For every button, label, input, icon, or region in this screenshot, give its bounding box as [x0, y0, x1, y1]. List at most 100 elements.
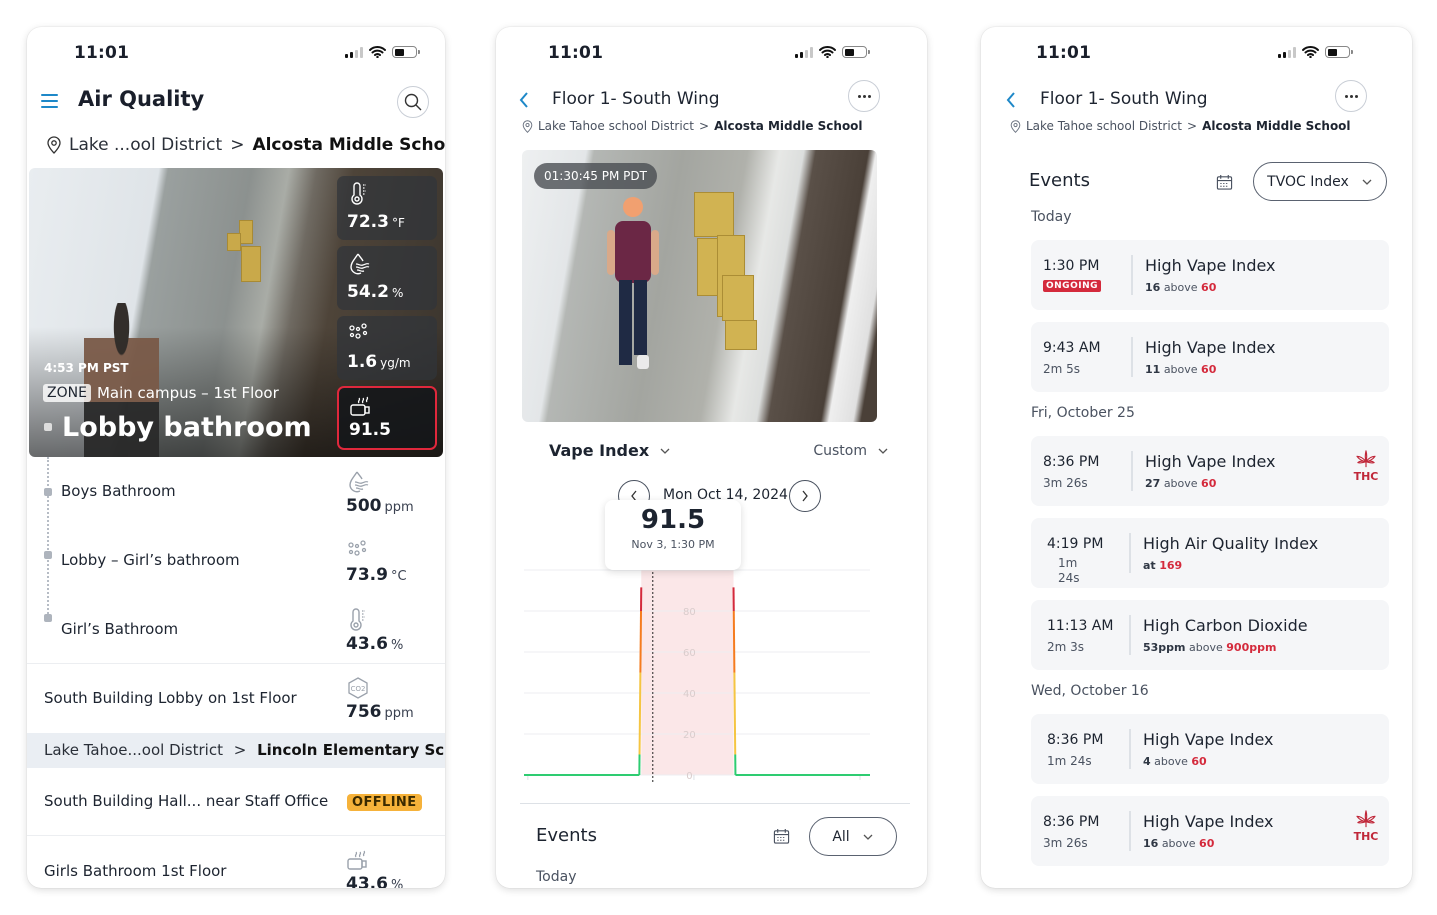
tooltip-value: 91.5	[640, 505, 706, 535]
event-card[interactable]: 4:19 PM 1m 24s High Air Quality Index at…	[1031, 518, 1389, 588]
wifi-icon	[1302, 46, 1319, 58]
day-label: Fri, October 25	[1031, 405, 1135, 421]
sensor-tiles: 72.3 °F 54.2% 1.6 yg/m 91.5	[337, 176, 437, 450]
list-item-name: Girl’s Bathroom	[61, 620, 179, 638]
list-item-metric: 73.9 °C	[346, 539, 436, 585]
chevron-down-icon	[659, 447, 671, 455]
breadcrumb-parent[interactable]: Lake Tahoe school District	[1026, 119, 1182, 133]
breadcrumb-separator: >	[1187, 119, 1198, 133]
thermometer-icon	[346, 608, 370, 632]
events-filter-label: TVOC Index	[1267, 173, 1349, 190]
event-time: 8:36 PM	[1043, 454, 1100, 470]
event-card[interactable]: 8:36 PM 1m 24s High Vape Index 4 above 6…	[1031, 714, 1389, 784]
metric-dropdown[interactable]: Vape Index	[549, 441, 671, 460]
chart-controls: Vape Index Custom	[496, 441, 927, 463]
event-time: 8:36 PM	[1047, 732, 1104, 748]
event-detail: 27 above 60	[1145, 477, 1217, 490]
breadcrumb[interactable]: Lake ...ool District > Alcosta Middle Sc…	[47, 135, 445, 155]
location-name: Lobby bathroom	[62, 412, 312, 443]
breadcrumb-current: Alcosta Middle School	[714, 119, 863, 133]
event-title: High Vape Index	[1145, 452, 1276, 471]
events-title: Events	[1029, 170, 1090, 191]
event-card[interactable]: 8:36 PM 3m 26s High Vape Index 16 above …	[1031, 796, 1389, 866]
list-item[interactable]: Girl’s Bathroom 43.6%	[27, 595, 445, 663]
list-item[interactable]: South Building Lobby on 1st Floor 756 ppm	[27, 663, 445, 733]
list-item-metric: 43.6%	[346, 608, 436, 654]
sensor-tile-particulate[interactable]: 1.6 yg/m	[337, 316, 437, 380]
camera-feed[interactable]: 01:30:45 PM PDT	[522, 150, 877, 422]
event-card[interactable]: 1:30 PM ONGOING High Vape Index 16 above…	[1031, 240, 1389, 310]
events-filter-dropdown[interactable]: TVOC Index	[1253, 162, 1387, 201]
list-item-metric: 43.6%	[346, 848, 436, 888]
event-duration: 3m 26s	[1043, 476, 1088, 490]
group-current: Lincoln Elementary School	[257, 741, 445, 759]
list-item[interactable]: Girls Bathroom 1st Floor 43.6%	[27, 835, 445, 888]
events-filter-dropdown[interactable]: All	[809, 817, 897, 856]
series-line-segment	[639, 610, 643, 673]
breadcrumb-current: Alcosta Middle School	[1202, 119, 1351, 133]
more-options-button[interactable]	[848, 80, 880, 112]
ongoing-badge: ONGOING	[1043, 280, 1101, 292]
calendar-icon[interactable]	[773, 828, 790, 845]
events-title: Events	[536, 825, 597, 846]
list-item-name: Lobby – Girl’s bathroom	[61, 551, 240, 569]
offline-badge: OFFLINE	[347, 794, 422, 811]
more-options-button[interactable]	[1335, 80, 1367, 112]
sensor-tile-humidity[interactable]: 54.2%	[337, 246, 437, 310]
location-pin-icon	[1010, 120, 1021, 133]
list-item[interactable]: Lobby – Girl’s bathroom 73.9 °C	[27, 526, 445, 595]
breadcrumb-separator: >	[699, 119, 710, 133]
sensor-tile-temperature[interactable]: 72.3 °F	[337, 176, 437, 240]
search-button[interactable]	[397, 86, 429, 118]
tooltip-time: Nov 3, 1:30 PM	[631, 538, 715, 551]
event-time: 11:13 AM	[1047, 618, 1114, 634]
breadcrumb-parent[interactable]: Lake ...ool District	[69, 135, 222, 155]
day-label: Wed, October 16	[1031, 683, 1149, 699]
event-title: High Air Quality Index	[1143, 534, 1319, 553]
vape-icon	[346, 848, 370, 872]
nav-header: Floor 1- South Wing	[981, 80, 1412, 119]
back-icon[interactable]	[518, 88, 530, 112]
hero-camera-card[interactable]: 4:53 PM PST ZONE Main campus – 1st Floor…	[29, 168, 443, 457]
list-item[interactable]: Boys Bathroom 500 ppm	[27, 457, 445, 526]
event-time: 4:19 PM	[1047, 536, 1104, 552]
status-time: 11:01	[548, 43, 604, 63]
zone-badge: ZONE	[43, 384, 91, 402]
humidity-icon	[347, 252, 371, 276]
page-title: Floor 1- South Wing	[552, 89, 720, 109]
wifi-icon	[819, 46, 836, 58]
event-card[interactable]: 11:13 AM 2m 3s High Carbon Dioxide 53ppm…	[1031, 600, 1389, 670]
menu-icon[interactable]	[41, 94, 58, 108]
event-card[interactable]: 8:36 PM 3m 26s High Vape Index 27 above …	[1031, 436, 1389, 506]
group-header[interactable]: Lake Tahoe...ool District > Lincoln Elem…	[27, 733, 445, 768]
calendar-icon[interactable]	[1216, 174, 1233, 191]
group-parent: Lake Tahoe...ool District	[44, 741, 223, 759]
camera-scene-box	[694, 192, 734, 237]
event-time: 9:43 AM	[1043, 340, 1101, 356]
event-title: High Vape Index	[1143, 812, 1274, 831]
event-card[interactable]: 9:43 AM 2m 5s High Vape Index 11 above 6…	[1031, 322, 1389, 392]
chevron-right-icon	[802, 490, 808, 502]
camera-scene-box	[227, 233, 241, 251]
divider	[520, 803, 910, 804]
next-date-button[interactable]	[789, 480, 821, 512]
events-filter-label: All	[832, 828, 850, 845]
event-time: 1:30 PM	[1043, 258, 1100, 274]
list-item[interactable]: South Building Hall... near Staff Office…	[27, 768, 445, 835]
breadcrumb[interactable]: Lake Tahoe school District > Alcosta Mid…	[1010, 119, 1351, 133]
cannabis-leaf-icon	[1355, 450, 1377, 468]
breadcrumb[interactable]: Lake Tahoe school District > Alcosta Mid…	[522, 119, 863, 133]
event-time: 8:36 PM	[1043, 814, 1100, 830]
list-item-name: South Building Hall... near Staff Office	[44, 792, 329, 810]
series-line-segment	[638, 672, 642, 755]
chevron-down-icon	[877, 447, 889, 455]
range-dropdown[interactable]: Custom	[813, 443, 889, 459]
thc-badge: THC	[1353, 810, 1379, 843]
sensor-tile-vape-alert[interactable]: 91.5	[337, 386, 437, 450]
back-icon[interactable]	[1005, 88, 1017, 112]
status-time: 11:01	[1036, 43, 1092, 63]
breadcrumb-parent[interactable]: Lake Tahoe school District	[538, 119, 694, 133]
zone-line: ZONE Main campus – 1st Floor	[43, 384, 279, 402]
chart-tooltip: 91.5 Nov 3, 1:30 PM	[605, 500, 741, 570]
signal-icon	[795, 46, 813, 58]
